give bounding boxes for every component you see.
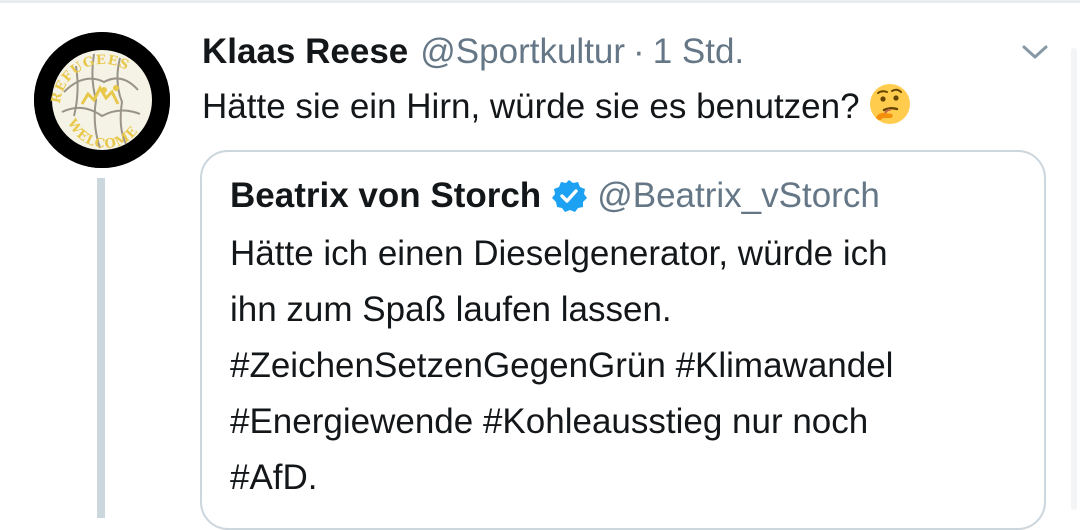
quoted-author-name: Beatrix von Storch [230, 176, 542, 215]
tweet-text-content: Hätte sie ein Hirn, würde sie es benutze… [202, 87, 860, 126]
thread-line [97, 178, 105, 518]
tweet[interactable]: REFUGEES WELCOME Klaas Reese @Sportkultu… [0, 0, 1080, 530]
avatar[interactable]: REFUGEES WELCOME [34, 32, 170, 168]
author-handle[interactable]: @Sportkultur [420, 28, 625, 76]
quoted-tweet-card[interactable]: Beatrix von Storch @Beatrix_vStorch Hätt… [200, 150, 1046, 530]
quoted-text-line: #Energiewende #Kohleausstieg nur noch [230, 402, 869, 441]
quoted-text-line: ihn zum Spaß laufen lassen. [230, 290, 672, 329]
tweet-text: Hätte sie ein Hirn, würde sie es benutze… [202, 82, 1042, 131]
timestamp[interactable]: 1 Std. [653, 28, 744, 76]
scrollbar[interactable] [1068, 48, 1080, 510]
quoted-tweet-header: Beatrix von Storch @Beatrix_vStorch [230, 172, 880, 220]
quoted-author-handle: @Beatrix_vStorch [597, 176, 880, 215]
quoted-text-line: #ZeichenSetzenGegenGrün #Klimawandel [230, 346, 894, 385]
thinking-face-icon [868, 82, 912, 126]
refugees-welcome-logo: REFUGEES WELCOME [34, 32, 170, 168]
chevron-down-icon [1022, 45, 1048, 59]
quoted-text-line: #AfD. [230, 458, 318, 497]
scrollbar-track[interactable] [1071, 48, 1077, 510]
quoted-text-line: Hätte ich einen Dieselgenerator, würde i… [230, 234, 888, 273]
tweet-header: Klaas Reese @Sportkultur · 1 Std. [202, 28, 744, 76]
verified-badge-icon [551, 178, 588, 214]
separator-dot: · [633, 32, 645, 71]
tweet-menu-button[interactable] [1018, 40, 1052, 64]
quoted-tweet-text: Hätte ich einen Dieselgenerator, würde i… [230, 226, 1030, 506]
author-name[interactable]: Klaas Reese [202, 28, 408, 76]
